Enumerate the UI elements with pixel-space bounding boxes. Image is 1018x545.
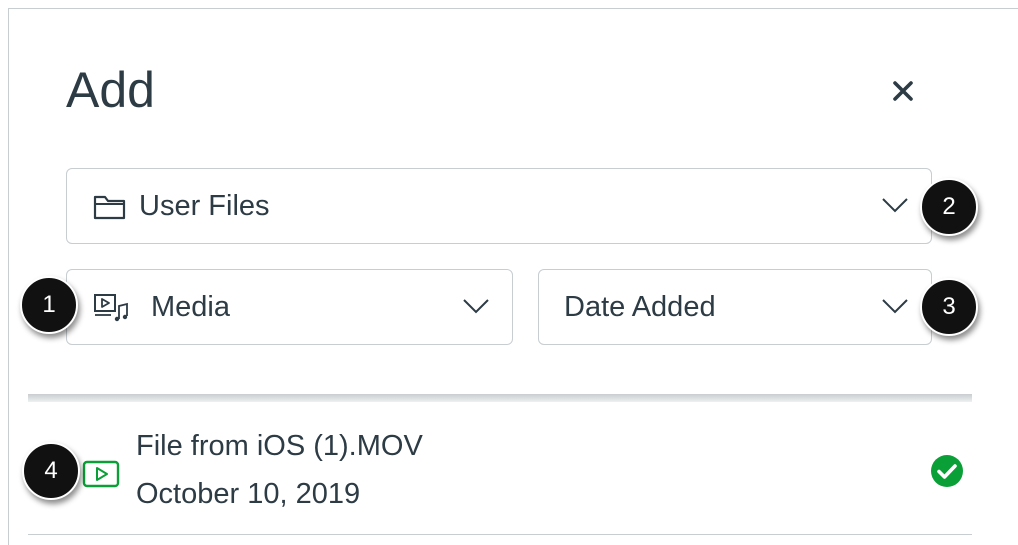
file-date: October 10, 2019 — [136, 478, 361, 510]
file-source-select[interactable]: User Files — [66, 168, 932, 244]
media-icon — [94, 294, 128, 322]
callout-badge: 2 — [920, 178, 978, 236]
content-type-value: Media — [151, 291, 230, 323]
file-source-value: User Files — [139, 190, 270, 222]
folder-icon — [93, 195, 126, 220]
video-file-icon — [82, 460, 120, 488]
file-name: File from iOS (1).MOV — [136, 430, 423, 462]
content-type-select[interactable]: Media — [66, 269, 513, 345]
list-divider — [28, 394, 972, 402]
chevron-down-icon — [882, 198, 908, 213]
chevron-down-icon — [463, 299, 489, 314]
callout-badge: 1 — [20, 276, 78, 334]
callout-badge: 3 — [920, 278, 978, 336]
close-button[interactable] — [884, 72, 922, 110]
chevron-down-icon — [882, 299, 908, 314]
close-icon — [893, 81, 913, 101]
callout-badge: 4 — [22, 442, 80, 500]
sort-select[interactable]: Date Added — [538, 269, 932, 345]
list-item[interactable]: File from iOS (1).MOV October 10, 2019 — [28, 412, 972, 530]
sort-value: Date Added — [564, 291, 716, 323]
check-circle-icon — [931, 455, 963, 487]
list-divider — [28, 534, 972, 535]
tray-title: Add — [66, 62, 155, 118]
